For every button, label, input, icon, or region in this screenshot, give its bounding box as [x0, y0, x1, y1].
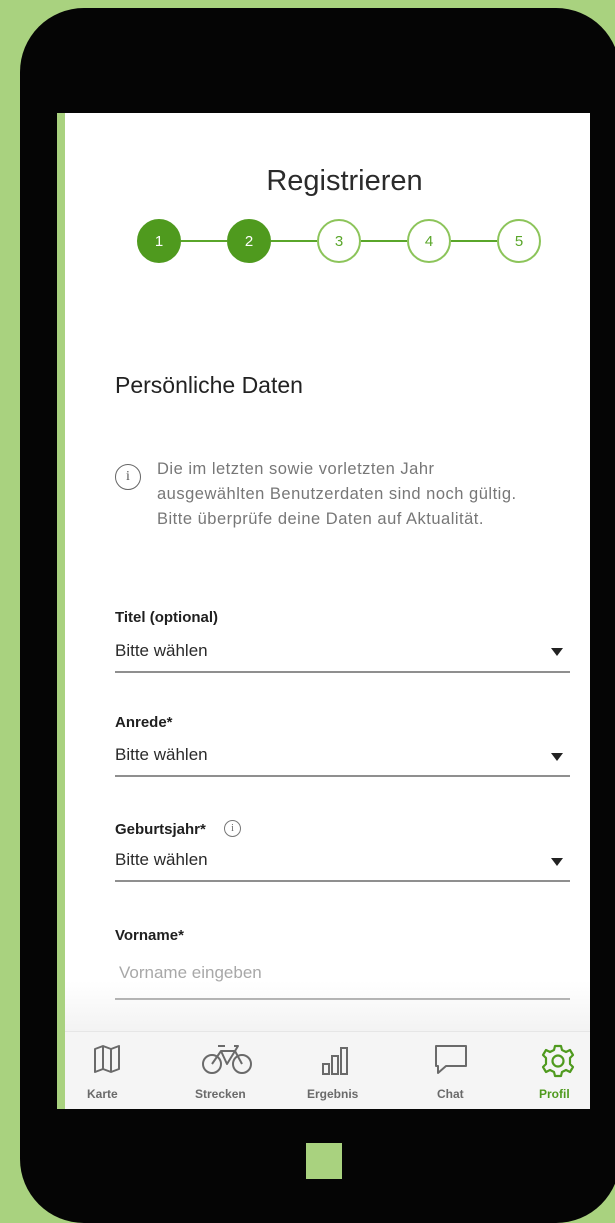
tab-strecken[interactable]: Strecken	[193, 1032, 273, 1109]
tab-label: Ergebnis	[307, 1087, 359, 1101]
chevron-down-icon	[551, 858, 563, 866]
info-icon: i	[115, 464, 141, 490]
titel-underline	[115, 671, 570, 673]
info-message: Die im letzten sowie vorletzten Jahr aus…	[157, 460, 517, 528]
chat-bubble-icon	[435, 1045, 467, 1074]
registration-stepper: 1 2 3 4 5	[137, 217, 557, 265]
anrede-value: Bitte wählen	[115, 745, 208, 764]
tab-label: Chat	[437, 1087, 464, 1101]
titel-label: Titel (optional)	[115, 609, 219, 626]
screen-edge	[57, 113, 65, 1109]
anrede-label: Anrede*	[115, 714, 173, 731]
geburtsjahr-value: Bitte wählen	[115, 850, 208, 869]
step-1[interactable]: 1	[137, 219, 181, 263]
vorname-placeholder: Vorname eingeben	[119, 963, 262, 982]
tab-chat[interactable]: Chat	[432, 1032, 482, 1109]
titel-value: Bitte wählen	[115, 641, 208, 660]
anrede-underline	[115, 775, 570, 777]
home-button[interactable]	[306, 1143, 342, 1179]
page-title: Registrieren	[266, 165, 423, 197]
step-connector	[181, 240, 227, 242]
chevron-down-icon	[551, 648, 563, 656]
bicycle-icon	[202, 1045, 252, 1074]
section-title: Persönliche Daten	[115, 372, 303, 398]
step-connector	[451, 240, 497, 242]
app-screen: Registrieren 1 2 3 4 5 Persönliche Daten…	[57, 113, 590, 1109]
tab-label: Profil	[539, 1087, 570, 1101]
tab-label: Karte	[87, 1087, 118, 1101]
scroll-fade	[57, 981, 590, 1031]
tab-label: Strecken	[195, 1087, 246, 1101]
map-icon	[94, 1045, 120, 1073]
geburtsjahr-underline	[115, 880, 570, 882]
step-2[interactable]: 2	[227, 219, 271, 263]
step-3[interactable]: 3	[317, 219, 361, 263]
step-5[interactable]: 5	[497, 219, 541, 263]
tab-karte[interactable]: Karte	[87, 1032, 147, 1109]
bottom-tab-bar: Karte Strecken Ergebnis Chat Profil	[57, 1031, 590, 1109]
vorname-label: Vorname*	[115, 927, 184, 944]
gear-icon	[541, 1044, 575, 1078]
step-connector	[361, 240, 407, 242]
step-4[interactable]: 4	[407, 219, 451, 263]
bar-chart-icon	[322, 1047, 348, 1075]
tab-ergebnis[interactable]: Ergebnis	[307, 1032, 377, 1109]
step-connector	[271, 240, 317, 242]
info-icon[interactable]: i	[224, 820, 241, 837]
chevron-down-icon	[551, 753, 563, 761]
tab-profil[interactable]: Profil	[539, 1032, 589, 1109]
geburtsjahr-label: Geburtsjahr*	[115, 821, 206, 838]
